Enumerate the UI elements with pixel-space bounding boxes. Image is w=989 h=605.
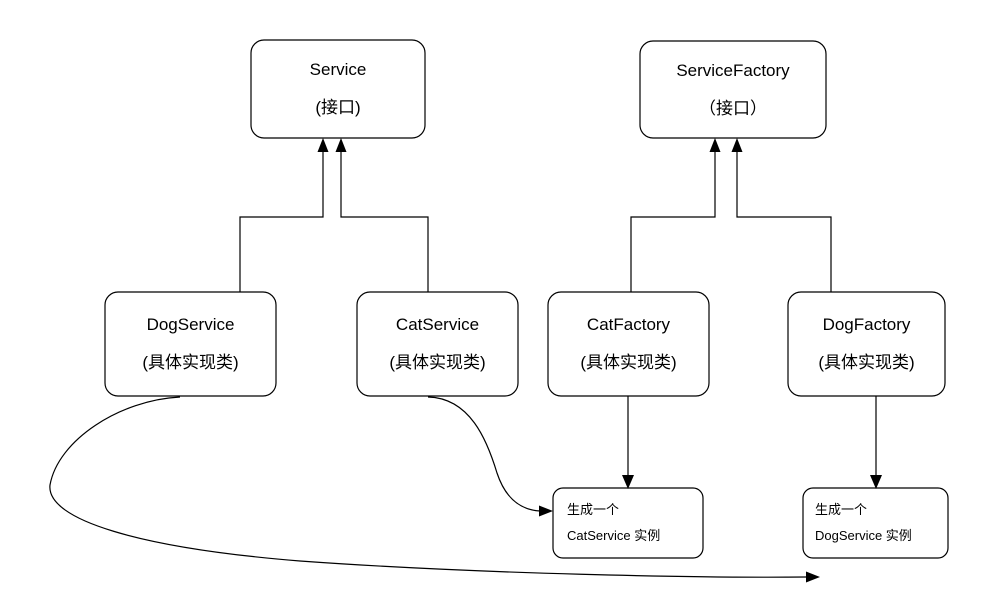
edge-cat-service-to-note [427, 396, 541, 512]
node-box-service-factory[interactable] [639, 40, 827, 139]
node-box-service[interactable] [250, 39, 426, 139]
diagram-canvas [49, 39, 949, 583]
edge-dog-factory-to-service-factory [736, 150, 832, 292]
note-box-dog-instance[interactable] [802, 487, 949, 559]
arrowhead-cat-service-to-service [335, 138, 347, 152]
node-box-cat-service[interactable] [356, 291, 519, 397]
arrowhead-dog-service-to-note [806, 571, 820, 583]
edge-cat-factory-to-service-factory [630, 150, 716, 292]
arrowhead-dog-factory-to-note [870, 475, 882, 489]
arrowhead-cat-service-to-note [539, 505, 553, 517]
node-box-cat-factory[interactable] [547, 291, 710, 397]
node-box-dog-service[interactable] [104, 291, 277, 397]
arrowhead-dog-factory-to-service-factory [731, 138, 743, 152]
arrowhead-cat-factory-to-service-factory [709, 138, 721, 152]
edge-cat-service-to-service [340, 150, 429, 292]
node-box-dog-factory[interactable] [787, 291, 946, 397]
note-box-cat-instance[interactable] [552, 487, 704, 559]
uml-class-diagram: Service (接口) ServiceFactory （接口） DogServ… [0, 0, 989, 605]
arrowhead-cat-factory-to-note [622, 475, 634, 489]
edge-dog-service-to-service [239, 150, 324, 292]
arrowhead-dog-service-to-service [317, 138, 329, 152]
